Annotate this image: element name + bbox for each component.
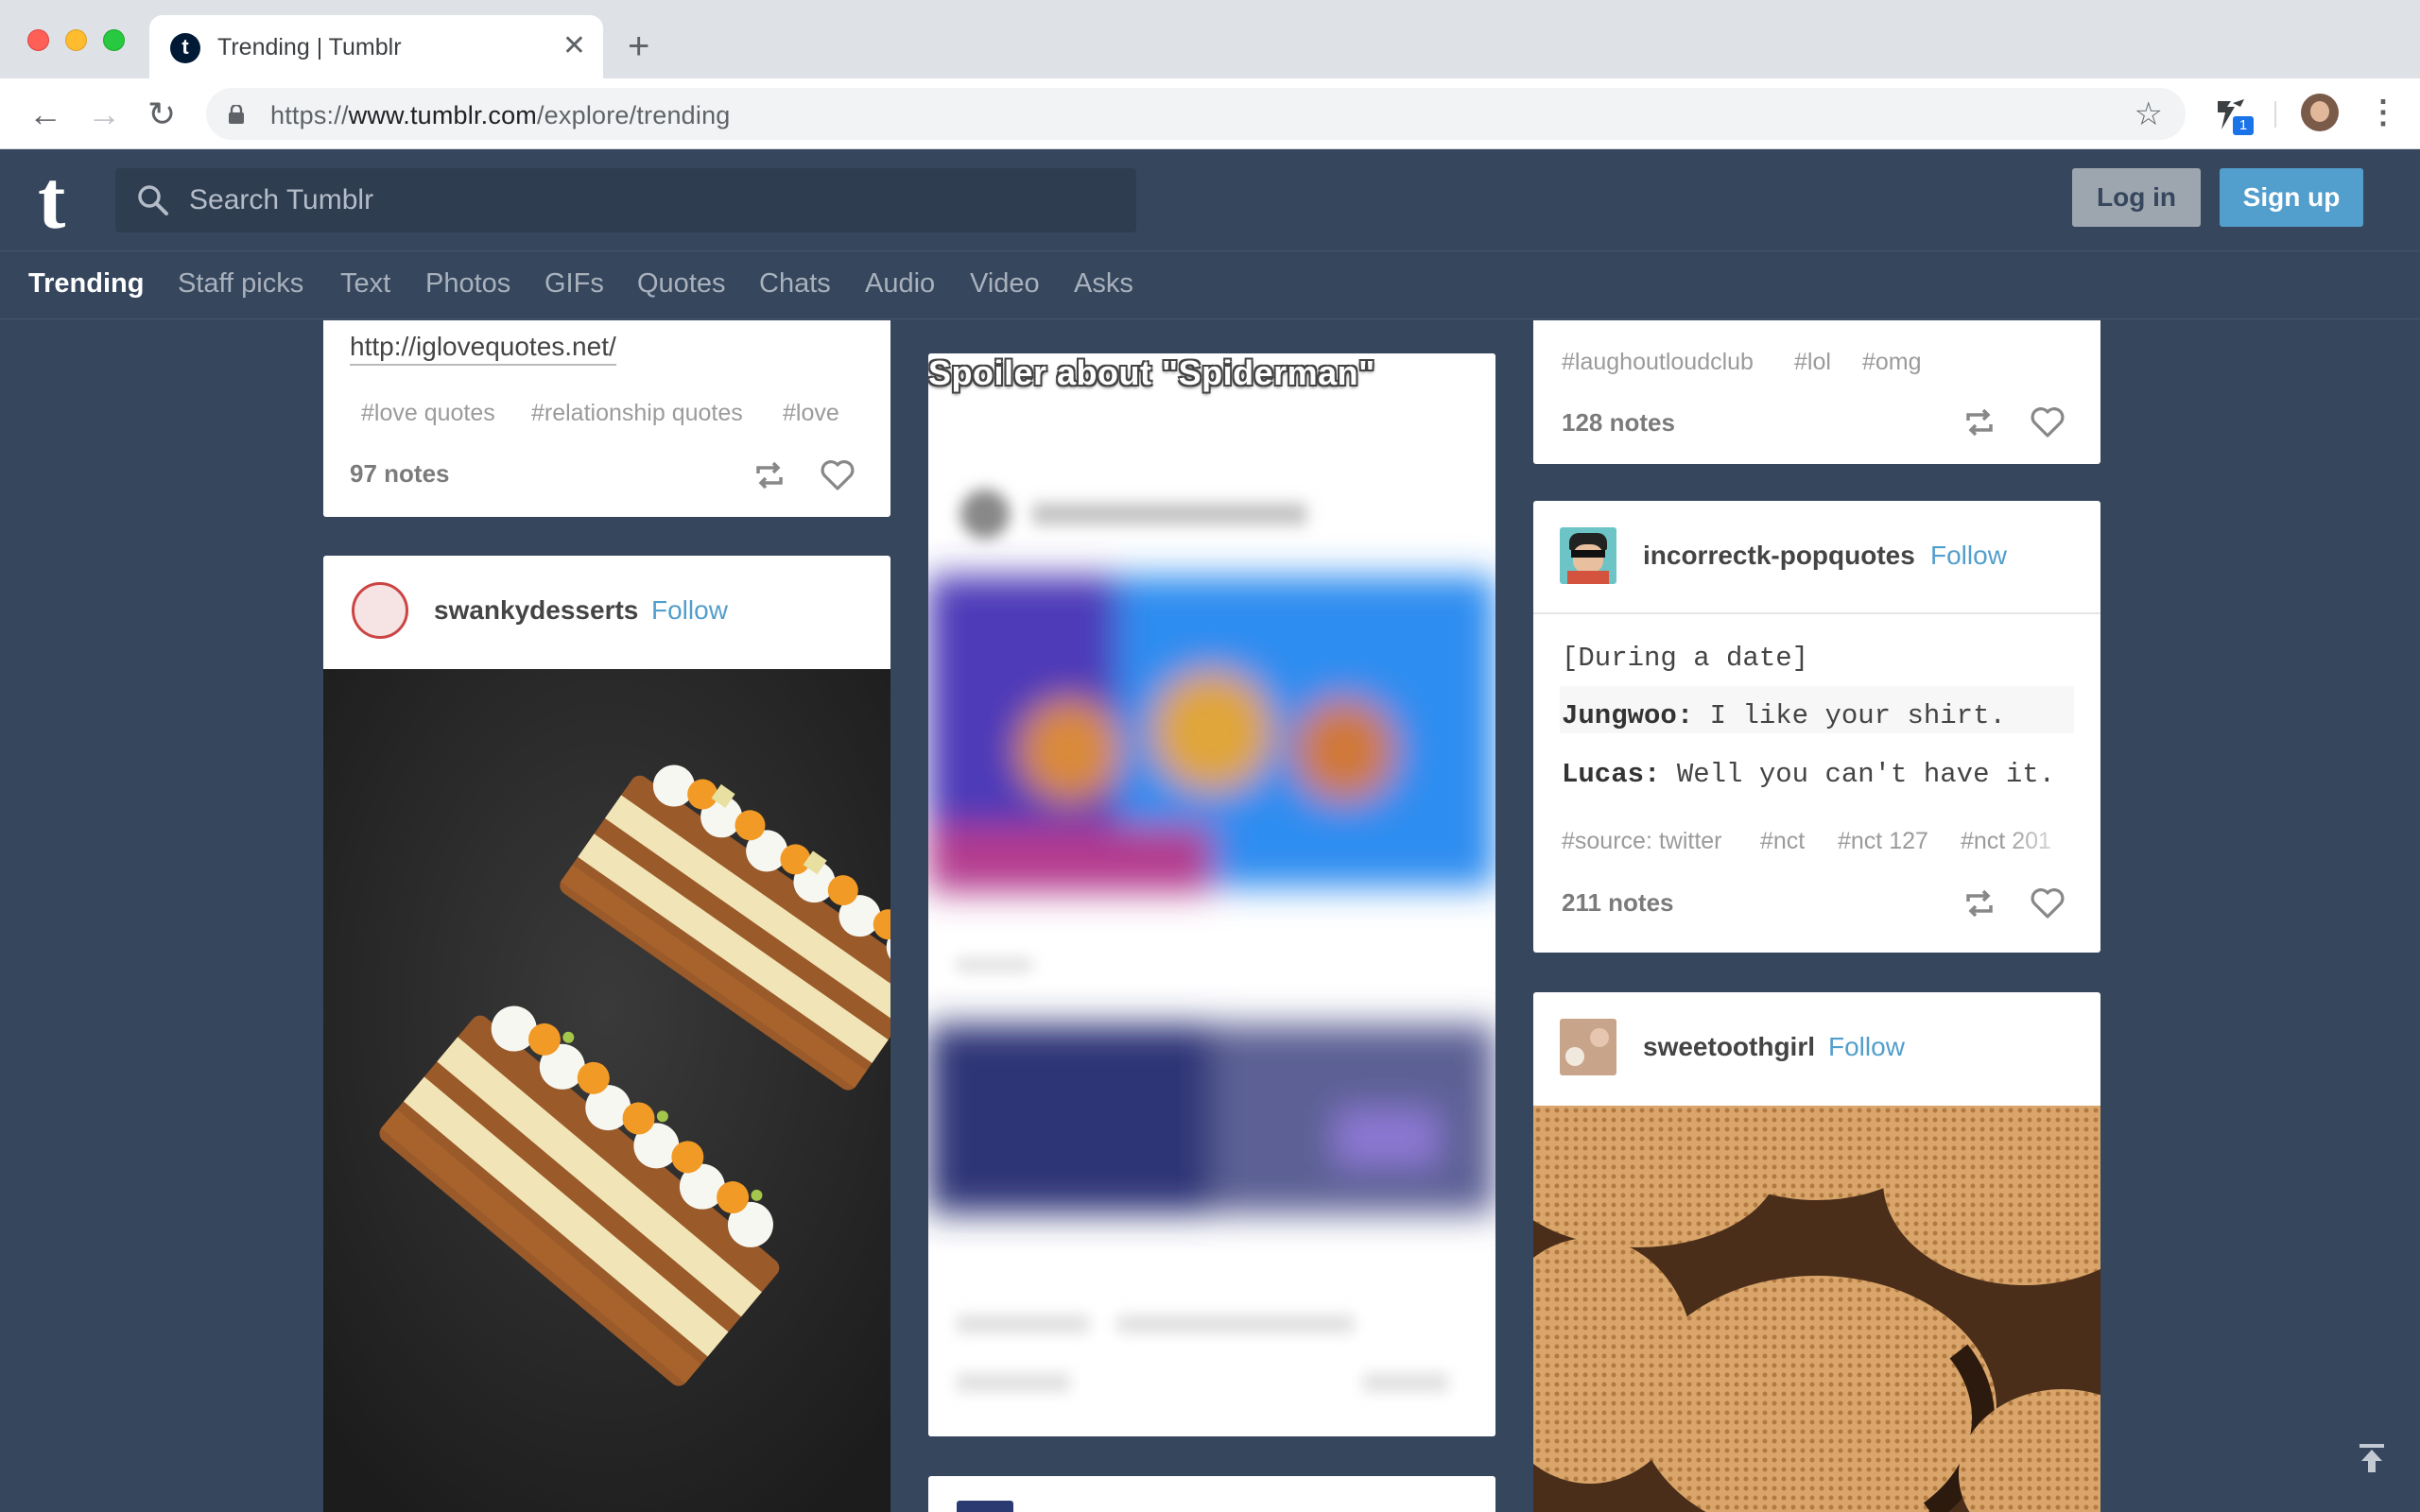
blog-avatar[interactable] [352,582,408,639]
blurred-spoiler-content [928,353,1495,1436]
next-post-peek [928,1476,1495,1512]
scroll-to-top-icon[interactable] [2358,1442,2386,1474]
tab-title: Trending | Tumblr [217,34,402,60]
post-tag[interactable]: #laughoutloudclub [1562,349,1754,376]
tab-chats[interactable]: Chats [759,268,831,300]
lock-icon [229,105,244,124]
search-placeholder: Search Tumblr [189,184,374,215]
notes-count[interactable]: 97 notes [350,459,450,489]
post-feed: http://iglovequotes.net/ #love quotes #r… [0,320,2420,1512]
forward-arrow-icon[interactable]: → [87,95,121,133]
tab-audio[interactable]: Audio [865,268,935,300]
new-tab-button[interactable]: + [628,25,649,68]
spoiler-post[interactable]: Spoiler about "Spiderman" [928,353,1495,1436]
post-tag[interactable]: #source: twitter [1562,828,1722,855]
notes-count[interactable]: 211 notes [1562,888,1674,918]
browser-tab-bar: t Trending | Tumblr ✕ + [0,0,2420,78]
profile-avatar[interactable] [2301,94,2339,131]
chat-line: [During a date] [1562,643,1809,674]
browser-menu-icon[interactable]: ⋮ [2367,92,2399,133]
blog-avatar[interactable] [1560,1019,1616,1075]
post-tag[interactable]: #nct 127 [1838,828,1928,855]
heart-icon[interactable] [2029,404,2066,441]
url-omnibox[interactable]: https://www.tumblr.com/explore/trending … [206,88,2186,140]
url-text: https://www.tumblr.com/explore/trending [270,101,731,129]
bookmark-star-icon[interactable]: ☆ [2135,95,2163,133]
minimize-window-button[interactable] [65,29,87,51]
quote-post: http://iglovequotes.net/ #love quotes #r… [323,320,890,517]
reblog-icon[interactable] [1961,885,1998,922]
close-window-button[interactable] [27,29,49,51]
tab-photos[interactable]: Photos [425,268,510,300]
tag-fade [2006,818,2100,866]
spoiler-warning-text: Spoiler about "Spiderman" [928,353,1375,392]
cookie-photo[interactable] [1533,1106,2100,1512]
blog-avatar[interactable] [1560,527,1616,584]
search-input[interactable]: Search Tumblr [115,168,1136,232]
post-tag[interactable]: #omg [1862,349,1922,376]
post-tag[interactable]: #love [783,400,839,427]
post-tag[interactable]: #lol [1794,349,1831,376]
chat-post: incorrectk-popquotes Follow [During a da… [1533,501,2100,953]
dessert-photo[interactable] [323,669,890,1512]
signup-button[interactable]: Sign up [2220,168,2363,227]
tab-text[interactable]: Text [340,268,390,300]
heart-icon[interactable] [2029,885,2066,922]
blog-name[interactable]: incorrectk-popquotes [1643,541,1915,571]
search-icon [138,185,168,215]
header-divider [1533,612,2100,614]
tab-gifs[interactable]: GIFs [544,268,604,300]
toolbar-separator [2274,101,2276,128]
tumblr-favicon-icon: t [170,33,200,63]
reblog-icon[interactable] [1961,404,1998,441]
extension-badge: 1 [2233,116,2254,135]
follow-button[interactable]: Follow [1930,541,2007,571]
follow-button[interactable]: Follow [1828,1032,1905,1062]
dessert-photo-post: swankydesserts Follow [323,556,890,1512]
reblog-icon[interactable] [751,456,788,494]
notes-count[interactable]: 128 notes [1562,408,1675,438]
quote-source-link[interactable]: http://iglovequotes.net/ [350,332,616,366]
reload-icon[interactable]: ↻ [147,95,176,133]
tumblr-logo-icon[interactable]: t [38,160,65,243]
post-tag[interactable]: #relationship quotes [531,400,743,427]
follow-button[interactable]: Follow [651,595,728,626]
heart-icon[interactable] [819,456,856,494]
blog-name[interactable]: sweetoothgirl [1643,1032,1815,1062]
tumblr-header: t Search Tumblr Log in Sign up [0,149,2420,251]
chat-line: Lucas: Well you can't have it. [1562,759,2056,790]
explore-tabs: Trending Staff picks Text Photos GIFs Qu… [0,251,2420,319]
maximize-window-button[interactable] [103,29,125,51]
browser-tab-active[interactable]: t Trending | Tumblr ✕ [149,15,603,78]
cookie-photo-post: sweetoothgirl Follow [1533,992,2100,1512]
tab-video[interactable]: Video [970,268,1040,300]
tab-close-button[interactable]: ✕ [562,30,586,62]
chat-line: Jungwoo: I like your shirt. [1562,700,2006,731]
tab-trending[interactable]: Trending [28,268,144,300]
blog-name[interactable]: swankydesserts [434,595,638,626]
lol-post: #laughoutloudclub #lol #omg 128 notes [1533,320,2100,464]
tab-asks[interactable]: Asks [1074,268,1133,300]
post-tag[interactable]: #nct [1760,828,1805,855]
login-button[interactable]: Log in [2072,168,2201,227]
tab-staff-picks[interactable]: Staff picks [178,268,303,300]
back-arrow-icon[interactable]: ← [28,95,62,133]
tab-quotes[interactable]: Quotes [637,268,726,300]
address-bar: ← → ↻ https://www.tumblr.com/explore/tre… [0,78,2420,149]
blog-avatar[interactable] [957,1501,1013,1512]
post-tag[interactable]: #love quotes [361,400,495,427]
